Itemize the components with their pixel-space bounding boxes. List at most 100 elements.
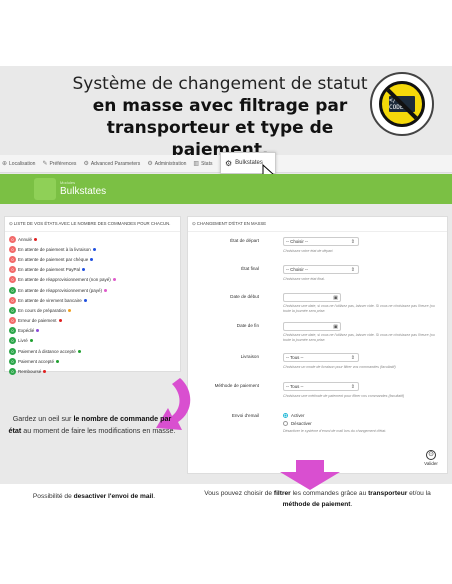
date-fin-input[interactable]: ▣ — [283, 322, 341, 331]
status-label: En attente de paiement PayPal — [18, 267, 81, 273]
status-label: En attente de paiement à la livraison — [18, 246, 91, 252]
status-label: Paiement à distance accepté — [18, 348, 76, 354]
status-label: En attente de réapprovisionnement (payé) — [18, 287, 103, 293]
tab-preferences[interactable]: ✎ Préférences — [42, 160, 76, 168]
list-item: 0 En attente de virement bancaire — [9, 295, 176, 305]
no-code-icon: </ CODE> — [379, 81, 425, 127]
etat-final-select[interactable]: -- Choisir -- ⇕ — [283, 265, 359, 274]
calendar-icon[interactable]: ▣ — [333, 295, 338, 301]
status-count-badge: 0 — [9, 337, 16, 345]
headline-line-1: Système de changement de statut — [72, 74, 368, 94]
radio-checked-icon[interactable] — [283, 413, 288, 418]
etat-depart-label: État de départ — [230, 238, 259, 243]
tab-localisation[interactable]: ⊕ Localisation — [2, 160, 35, 168]
tab-stats[interactable]: ▥ Stats — [193, 160, 212, 168]
status-color-dot — [112, 278, 116, 282]
status-color-dot — [56, 359, 60, 363]
status-color-dot — [83, 298, 87, 302]
status-color-dot — [77, 349, 81, 353]
list-item: 0 Annulé — [9, 234, 176, 244]
status-label: Livré — [18, 338, 28, 344]
select-caret-icon: ⇕ — [350, 267, 355, 273]
status-color-dot — [58, 319, 62, 323]
list-item: 0 Expédié — [9, 326, 176, 336]
status-count-badge: 0 — [9, 296, 16, 304]
status-count-badge: 0 — [9, 306, 16, 314]
module-icon — [34, 178, 56, 200]
status-color-dot — [43, 370, 47, 374]
status-label: En attente de paiement par chèque — [18, 256, 89, 262]
no-code-badge: </ CODE> — [370, 72, 434, 136]
methode-paiement-help: Choisissez une méthode de paiement pour … — [283, 394, 405, 398]
down-arrow-icon — [280, 460, 340, 490]
status-label: En attente de réapprovisionnement (non p… — [18, 277, 111, 283]
status-color-dot — [36, 329, 40, 333]
livraison-select[interactable]: -- Tous -- ⇕ — [283, 353, 359, 362]
status-count-badge: 0 — [9, 317, 16, 325]
cogs-icon: ⚙ — [225, 158, 233, 168]
list-item: 0 Paiement à distance accepté — [9, 346, 176, 356]
status-count-badge: 0 — [9, 286, 16, 294]
date-debut-input[interactable]: ▣ — [283, 293, 341, 302]
date-fin-help: Choisissez une date, si vous ne l'utilis… — [283, 333, 435, 342]
status-label: En cours de préparation — [18, 307, 67, 313]
list-item: 0 En attente de réapprovisionnement (payé… — [9, 285, 176, 295]
status-color-dot — [92, 247, 96, 251]
envoi-email-help: Désactiver le système d'envoi de mail lo… — [283, 429, 387, 433]
envoi-email-label: Envoi d'email — [231, 413, 259, 418]
status-count-badge: 0 — [9, 255, 16, 263]
methode-paiement-label: Méthode de paiement — [214, 383, 259, 388]
save-icon: ⊙ — [426, 450, 436, 460]
headline-line-2: en masse avec filtrage par — [92, 96, 348, 116]
top-whitespace — [0, 0, 452, 66]
email-off-radio[interactable]: Désactiver — [283, 421, 312, 426]
status-count-badge: 0 — [9, 357, 16, 365]
status-count-badge: 0 — [9, 245, 16, 253]
list-item: 0 Paiement accepté — [9, 356, 176, 366]
status-color-dot — [82, 268, 86, 272]
list-item: 0 En cours de préparation — [9, 305, 176, 315]
status-color-dot — [90, 257, 94, 261]
etat-depart-select[interactable]: -- Choisir -- ⇕ — [283, 237, 359, 246]
date-debut-label: Date de début — [230, 294, 259, 299]
status-label: Remboursé — [18, 369, 42, 375]
date-debut-help: Choisissez une date, si vous ne l'utilis… — [283, 304, 435, 313]
tab-administration[interactable]: ⚙ Administration — [147, 160, 186, 168]
headline: Système de changement de statut en masse… — [60, 73, 380, 161]
chart-icon: ▥ — [193, 161, 200, 167]
panel-heading: ⊙ CHANGEMENT D'ÉTAT EN MASSE — [188, 217, 447, 232]
methode-paiement-select[interactable]: -- Tous -- ⇕ — [283, 382, 359, 391]
status-color-dot — [29, 339, 33, 343]
note-filter: Vous pouvez choisir de filtrer les comma… — [204, 490, 431, 508]
status-count-badge: 0 — [9, 327, 16, 335]
select-caret-icon: ⇕ — [350, 239, 355, 245]
list-item: 0 En attente de paiement à la livraison — [9, 244, 176, 254]
radio-unchecked-icon[interactable] — [283, 421, 288, 426]
breadcrumb[interactable]: Modules — [60, 180, 75, 185]
status-label: En attente de virement bancaire — [18, 297, 82, 303]
list-item: 0 En attente de réapprovisionnement (non … — [9, 275, 176, 285]
gears-icon: ⚙ — [83, 161, 89, 167]
tab-advanced-parameters[interactable]: ⚙ Advanced Parameters — [83, 160, 140, 168]
select-caret-icon: ⇕ — [350, 355, 355, 361]
status-label: Paiement accepté — [18, 358, 55, 364]
module-header: Modules Bulkstates — [0, 174, 452, 204]
status-color-dot — [34, 237, 38, 241]
status-count-badge: 0 — [9, 368, 16, 376]
status-count-badge: 0 — [9, 266, 16, 274]
etat-final-help: Choisissez votre état final. — [283, 277, 325, 281]
status-color-dot — [68, 308, 72, 312]
prohibition-slash — [382, 84, 422, 124]
list-item: 0 Livré — [9, 336, 176, 346]
status-count-badge: 0 — [9, 347, 16, 355]
panel-heading: ⊙ LISTE DE VOS ÉTATS AVEC LE NOMBRE DES … — [5, 217, 180, 232]
status-color-dot — [104, 288, 108, 292]
email-on-radio[interactable]: Activer — [283, 413, 304, 418]
status-list-panel: ⊙ LISTE DE VOS ÉTATS AVEC LE NOMBRE DES … — [4, 216, 181, 376]
status-list: 0 Annulé 0 En attente de paiement à la livr… — [5, 232, 180, 379]
calendar-icon[interactable]: ▣ — [333, 324, 338, 330]
status-label: Annulé — [18, 236, 33, 242]
list-item: 0 En attente de paiement PayPal — [9, 265, 176, 275]
etat-final-label: État final — [241, 266, 259, 271]
save-button[interactable]: ⊙ Valider — [418, 450, 444, 472]
